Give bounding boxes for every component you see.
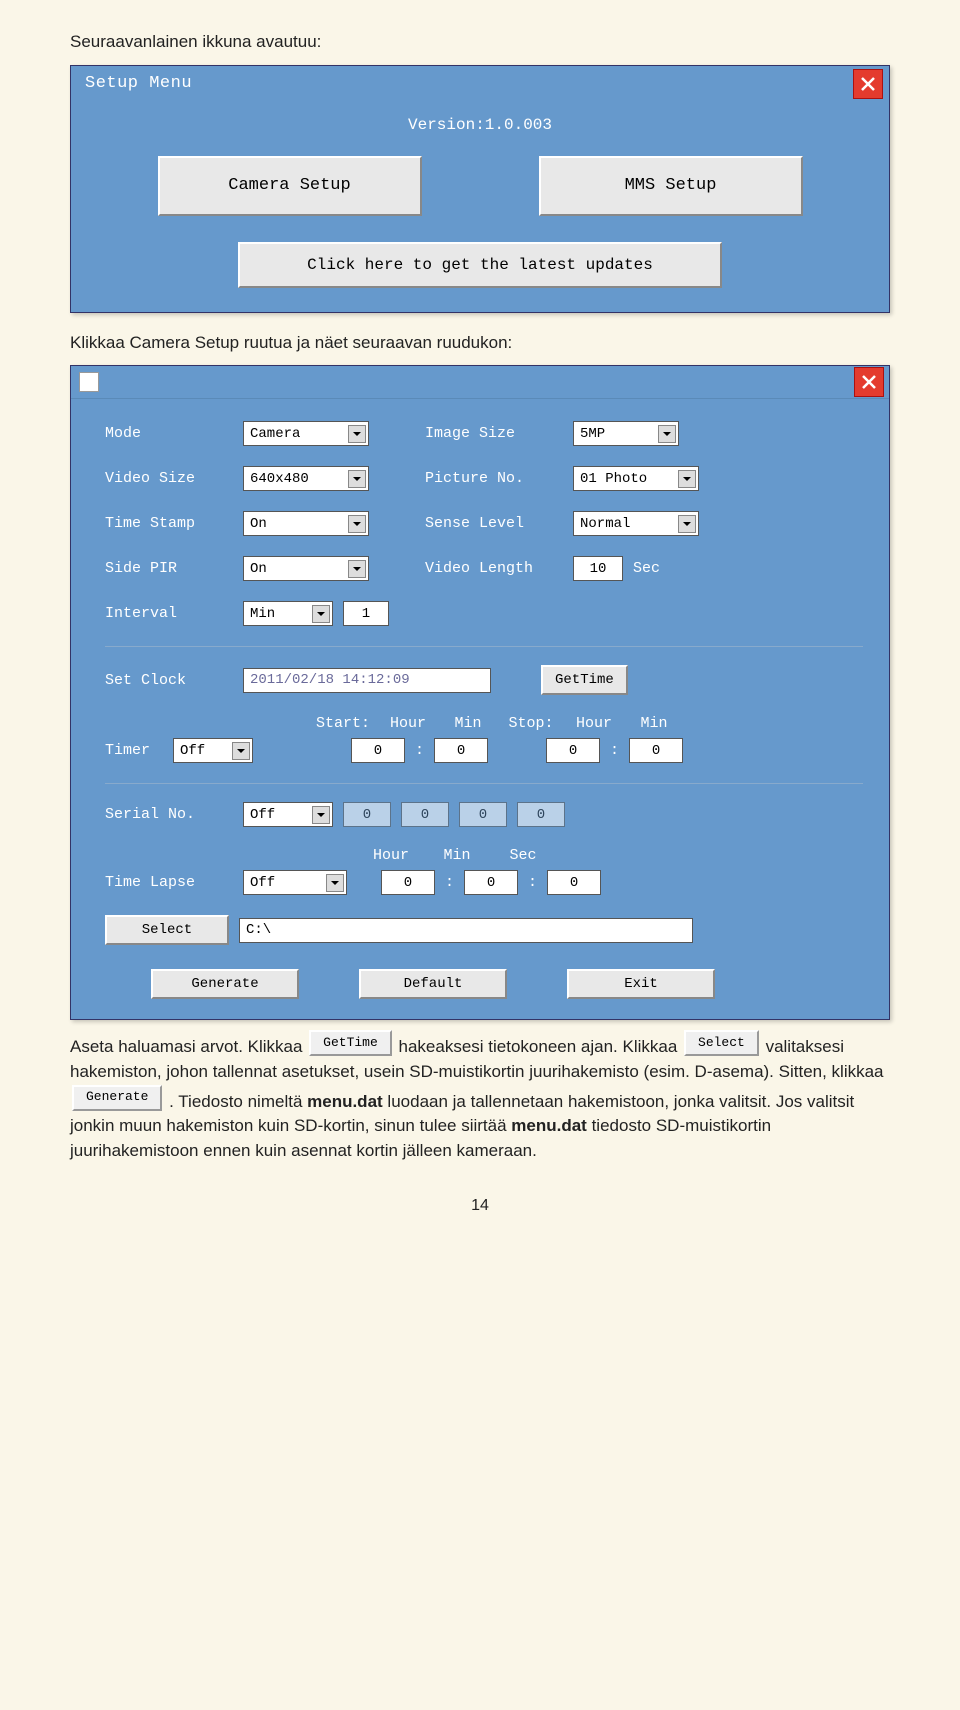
exit-button[interactable]: Exit bbox=[567, 969, 715, 999]
interval-select[interactable]: Min bbox=[243, 601, 333, 626]
select-inline-button: Select bbox=[684, 1030, 759, 1056]
hour-label: Hour bbox=[363, 847, 419, 864]
menu-dat-bold: menu.dat bbox=[307, 1092, 383, 1111]
path-input[interactable]: C:\ bbox=[239, 918, 693, 943]
video-size-label: Video Size bbox=[105, 470, 233, 487]
min-label: Min bbox=[429, 847, 485, 864]
intro-text: Seuraavanlainen ikkuna avautuu: bbox=[70, 30, 890, 55]
video-length-input[interactable]: 10 bbox=[573, 556, 623, 581]
tl-min-input[interactable]: 0 bbox=[464, 870, 518, 895]
chevron-down-icon bbox=[312, 605, 330, 623]
serial-d4[interactable]: 0 bbox=[517, 802, 565, 827]
video-size-select[interactable]: 640x480 bbox=[243, 466, 369, 491]
serial-no-label: Serial No. bbox=[105, 806, 233, 823]
picture-no-select[interactable]: 01 Photo bbox=[573, 466, 699, 491]
chevron-down-icon bbox=[326, 874, 344, 892]
menu-dat-bold: menu.dat bbox=[511, 1116, 587, 1135]
page-number: 14 bbox=[70, 1197, 890, 1215]
stop-hour-input[interactable]: 0 bbox=[546, 738, 600, 763]
chevron-down-icon bbox=[348, 560, 366, 578]
close-icon[interactable] bbox=[853, 69, 883, 99]
video-length-label: Video Length bbox=[425, 560, 563, 577]
mode-select[interactable]: Camera bbox=[243, 421, 369, 446]
after-setup-text: Klikkaa Camera Setup ruutua ja näet seur… bbox=[70, 331, 890, 356]
image-size-label: Image Size bbox=[425, 425, 563, 442]
sec-label: Sec bbox=[633, 560, 660, 577]
camera-setup-window: Mode Camera Image Size 5MP Video Size 64… bbox=[70, 365, 890, 1020]
select-button[interactable]: Select bbox=[105, 915, 229, 945]
document-icon bbox=[79, 372, 99, 392]
generate-inline-button: Generate bbox=[72, 1085, 162, 1111]
hour-label: Hour bbox=[383, 715, 433, 732]
instructions-paragraph: Aseta haluamasi arvot. Klikkaa GetTime h… bbox=[70, 1030, 890, 1163]
chevron-down-icon bbox=[348, 515, 366, 533]
gettime-button[interactable]: GetTime bbox=[541, 665, 628, 695]
gettime-inline-button: GetTime bbox=[309, 1030, 392, 1056]
set-clock-label: Set Clock bbox=[105, 672, 233, 689]
time-lapse-select[interactable]: Off bbox=[243, 870, 347, 895]
chevron-down-icon bbox=[678, 470, 696, 488]
setup-menu-titlebar: Setup Menu bbox=[71, 66, 889, 102]
divider bbox=[105, 783, 863, 784]
timer-label: Timer bbox=[105, 742, 163, 759]
setup-menu-window: Setup Menu Version:1.0.003 Camera Setup … bbox=[70, 65, 890, 313]
chevron-down-icon bbox=[348, 470, 366, 488]
hour-label: Hour bbox=[569, 715, 619, 732]
serial-d2[interactable]: 0 bbox=[401, 802, 449, 827]
start-min-input[interactable]: 0 bbox=[434, 738, 488, 763]
camera-setup-button[interactable]: Camera Setup bbox=[158, 156, 422, 216]
time-lapse-label: Time Lapse bbox=[105, 874, 233, 891]
serial-d3[interactable]: 0 bbox=[459, 802, 507, 827]
tl-sec-input[interactable]: 0 bbox=[547, 870, 601, 895]
chevron-down-icon bbox=[658, 425, 676, 443]
tl-hour-input[interactable]: 0 bbox=[381, 870, 435, 895]
time-stamp-select[interactable]: On bbox=[243, 511, 369, 536]
mms-setup-button[interactable]: MMS Setup bbox=[539, 156, 803, 216]
side-pir-label: Side PIR bbox=[105, 560, 233, 577]
chevron-down-icon bbox=[312, 806, 330, 824]
picture-no-label: Picture No. bbox=[425, 470, 563, 487]
version-label: Version:1.0.003 bbox=[99, 116, 861, 134]
mode-label: Mode bbox=[105, 425, 233, 442]
chevron-down-icon bbox=[348, 425, 366, 443]
stop-min-input[interactable]: 0 bbox=[629, 738, 683, 763]
setup-menu-title: Setup Menu bbox=[85, 74, 192, 93]
timer-select[interactable]: Off bbox=[173, 738, 253, 763]
sense-level-select[interactable]: Normal bbox=[573, 511, 699, 536]
sec-label: Sec bbox=[495, 847, 551, 864]
divider bbox=[105, 646, 863, 647]
chevron-down-icon bbox=[232, 742, 250, 760]
time-stamp-label: Time Stamp bbox=[105, 515, 233, 532]
serial-no-select[interactable]: Off bbox=[243, 802, 333, 827]
start-hour-input[interactable]: 0 bbox=[351, 738, 405, 763]
default-button[interactable]: Default bbox=[359, 969, 507, 999]
generate-button[interactable]: Generate bbox=[151, 969, 299, 999]
clock-input[interactable]: 2011/02/18 14:12:09 bbox=[243, 668, 491, 693]
serial-d1[interactable]: 0 bbox=[343, 802, 391, 827]
sense-level-label: Sense Level bbox=[425, 515, 563, 532]
interval-input[interactable]: 1 bbox=[343, 601, 389, 626]
min-label: Min bbox=[629, 715, 679, 732]
interval-label: Interval bbox=[105, 605, 233, 622]
chevron-down-icon bbox=[678, 515, 696, 533]
updates-button[interactable]: Click here to get the latest updates bbox=[238, 242, 722, 288]
stop-label: Stop: bbox=[503, 715, 559, 732]
close-icon[interactable] bbox=[854, 367, 884, 397]
start-label: Start: bbox=[313, 715, 373, 732]
side-pir-select[interactable]: On bbox=[243, 556, 369, 581]
min-label: Min bbox=[443, 715, 493, 732]
camera-setup-titlebar bbox=[71, 366, 889, 399]
image-size-select[interactable]: 5MP bbox=[573, 421, 679, 446]
